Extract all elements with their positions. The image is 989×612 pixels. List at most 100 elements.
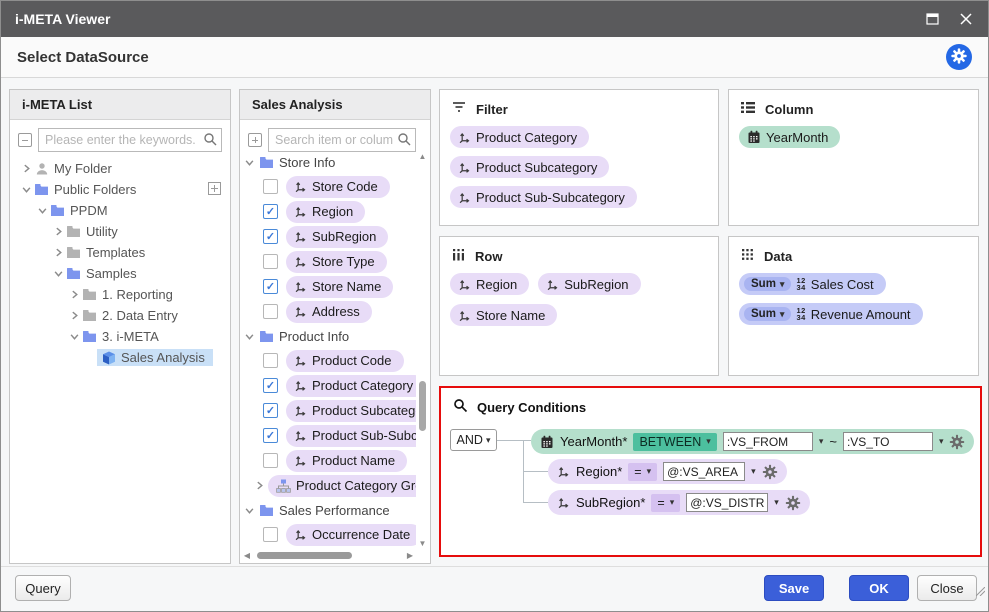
chevron-down-icon[interactable] <box>51 269 65 278</box>
field-chip-yearmonth[interactable]: YearMonth <box>739 126 840 148</box>
field-chip-product-subcategory[interactable]: Product Subcategory <box>450 156 609 178</box>
scroll-right-icon[interactable]: ▶ <box>404 549 416 562</box>
field-chip-store-type[interactable]: Store Type <box>286 251 387 273</box>
field-chip-region[interactable]: Region <box>450 273 529 295</box>
resize-grip-icon[interactable] <box>976 583 985 601</box>
condition-value-input[interactable] <box>686 493 768 512</box>
column-search-input[interactable] <box>268 128 416 152</box>
tree-item-3-i-meta[interactable]: 3. i-META <box>11 326 229 347</box>
query-button[interactable]: Query <box>15 575 71 601</box>
collapse-all-icon[interactable] <box>18 133 32 147</box>
expand-all-icon[interactable] <box>248 133 262 147</box>
checkbox-unchecked[interactable] <box>263 179 278 194</box>
field-chip-product-subcategory[interactable]: Product Subcategory <box>286 400 416 422</box>
tree-item-utility[interactable]: Utility <box>11 221 229 242</box>
checkbox-unchecked[interactable] <box>263 353 278 368</box>
field-row-product-category[interactable]: ✓ Product Category <box>241 373 416 398</box>
value-dropdown-icon[interactable]: ▾ <box>819 436 824 447</box>
measure-chip-revenue-amount[interactable]: Sum▾1234Revenue Amount <box>739 303 923 325</box>
field-chip-address[interactable]: Address <box>286 301 372 323</box>
field-row-product-sub-subcategory[interactable]: ✓ Product Sub-Subcategory <box>241 423 416 448</box>
field-chip-store-name[interactable]: Store Name <box>450 304 557 326</box>
field-row-store-name[interactable]: ✓Store Name <box>241 274 416 299</box>
vertical-scrollbar[interactable]: ▲ ▼ <box>416 150 429 549</box>
chevron-right-icon[interactable] <box>255 478 264 493</box>
condition-settings-icon[interactable] <box>785 495 801 511</box>
operator-dropdown[interactable]: BETWEEN▾ <box>633 433 716 451</box>
hierarchy-item-product-category-gro[interactable]: Product Category Gro <box>241 473 416 498</box>
scroll-down-icon[interactable]: ▼ <box>416 537 429 549</box>
checkbox-checked[interactable]: ✓ <box>263 378 278 393</box>
chevron-down-icon[interactable] <box>241 158 257 167</box>
field-chip-product-sub-subcategory[interactable]: Product Sub-Subcategory <box>286 425 416 447</box>
tree-item-ppdm[interactable]: PPDM <box>11 200 229 221</box>
field-row-product-subcategory[interactable]: ✓ Product Subcategory <box>241 398 416 423</box>
chevron-right-icon[interactable] <box>19 164 33 173</box>
field-row-store-code[interactable]: Store Code <box>241 174 416 199</box>
close-button[interactable]: Close <box>917 575 977 601</box>
checkbox-unchecked[interactable] <box>263 453 278 468</box>
field-chip-product-category[interactable]: Product Category <box>450 126 589 148</box>
value-dropdown-icon[interactable]: ▾ <box>751 466 756 477</box>
chevron-down-icon[interactable] <box>241 506 257 515</box>
checkbox-checked[interactable]: ✓ <box>263 229 278 244</box>
field-row-product-name[interactable]: Product Name <box>241 448 416 473</box>
field-row-address[interactable]: Address <box>241 299 416 324</box>
condition-settings-icon[interactable] <box>762 464 778 480</box>
keywords-search-input[interactable] <box>38 128 222 152</box>
condition-settings-icon[interactable] <box>949 434 965 450</box>
tree-item-samples[interactable]: Samples <box>11 263 229 284</box>
field-chip-product-category[interactable]: Product Category <box>286 375 416 397</box>
chevron-right-icon[interactable] <box>67 290 81 299</box>
tree-item-public-folders[interactable]: Public Folders <box>11 179 229 200</box>
field-row-region[interactable]: ✓Region <box>241 199 416 224</box>
condition-value-input[interactable] <box>723 432 813 451</box>
close-icon[interactable] <box>958 11 974 27</box>
expand-all-icon[interactable] <box>208 182 221 198</box>
aggregation-dropdown[interactable]: Sum▾ <box>744 277 791 291</box>
scroll-left-icon[interactable]: ◀ <box>241 549 253 562</box>
save-button[interactable]: Save <box>764 575 824 601</box>
checkbox-checked[interactable]: ✓ <box>263 279 278 294</box>
field-chip-product-category-gro[interactable]: Product Category Gro <box>268 475 416 497</box>
scroll-up-icon[interactable]: ▲ <box>416 150 429 162</box>
checkbox-checked[interactable]: ✓ <box>263 403 278 418</box>
checkbox-checked[interactable]: ✓ <box>263 428 278 443</box>
field-chip-store-code[interactable]: Store Code <box>286 176 390 198</box>
tree-item-my-folder[interactable]: My Folder <box>11 158 229 179</box>
tree-item-sales-analysis[interactable]: Sales Analysis <box>11 347 229 368</box>
checkbox-unchecked[interactable] <box>263 304 278 319</box>
checkbox-unchecked[interactable] <box>263 254 278 269</box>
logical-operator-dropdown[interactable]: AND ▾ <box>450 429 497 451</box>
tree-item-1-reporting[interactable]: 1. Reporting <box>11 284 229 305</box>
field-chip-product-sub-subcategory[interactable]: Product Sub-Subcategory <box>450 186 637 208</box>
condition-value-input[interactable] <box>843 432 933 451</box>
field-row-subregion[interactable]: ✓ SubRegion <box>241 224 416 249</box>
field-chip-subregion[interactable]: SubRegion <box>286 226 388 248</box>
tree-item-templates[interactable]: Templates <box>11 242 229 263</box>
chevron-down-icon[interactable] <box>67 332 81 341</box>
field-chip-occurrence-date[interactable]: Occurrence Date <box>286 524 416 546</box>
value-dropdown-icon[interactable]: ▾ <box>939 436 944 447</box>
ok-button[interactable]: OK <box>849 575 909 601</box>
horizontal-scrollbar[interactable]: ◀ ▶ <box>241 549 416 562</box>
field-chip-product-name[interactable]: Product Name <box>286 450 407 472</box>
field-row-store-type[interactable]: Store Type <box>241 249 416 274</box>
chevron-down-icon[interactable] <box>241 332 257 341</box>
chevron-right-icon[interactable] <box>51 227 65 236</box>
field-chip-subregion[interactable]: SubRegion <box>538 273 640 295</box>
chevron-down-icon[interactable] <box>19 185 33 194</box>
field-group-sales-performance[interactable]: Sales Performance <box>241 498 416 522</box>
field-group-store-info[interactable]: Store Info <box>241 150 416 174</box>
checkbox-checked[interactable]: ✓ <box>263 204 278 219</box>
scrollbar-thumb[interactable] <box>419 381 426 431</box>
field-chip-product-code[interactable]: Product Code <box>286 350 404 372</box>
aggregation-dropdown[interactable]: Sum▾ <box>744 307 791 321</box>
operator-dropdown[interactable]: =▾ <box>651 494 680 512</box>
field-row-occurrence-date[interactable]: Occurrence Date <box>241 522 416 547</box>
value-dropdown-icon[interactable]: ▾ <box>774 497 779 508</box>
maximize-icon[interactable] <box>924 11 940 27</box>
field-group-product-info[interactable]: Product Info <box>241 324 416 348</box>
chevron-right-icon[interactable] <box>51 248 65 257</box>
settings-button[interactable] <box>946 44 972 70</box>
